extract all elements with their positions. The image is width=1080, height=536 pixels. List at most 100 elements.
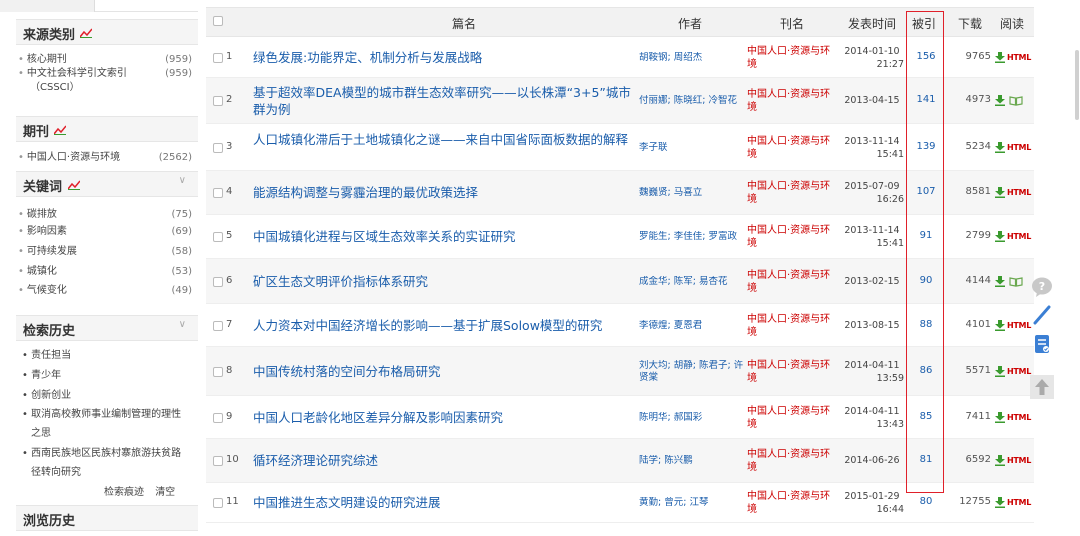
col-read[interactable]: 阅读 xyxy=(1000,15,1024,32)
pencil-icon[interactable] xyxy=(1031,304,1053,326)
history-item[interactable]: • 创新创业 xyxy=(22,388,192,403)
journal-link[interactable]: 中国人口·资源与环境 xyxy=(747,180,837,206)
select-all-checkbox[interactable] xyxy=(213,16,223,26)
journal-header[interactable]: 期刊 xyxy=(16,116,198,142)
open-book-icon[interactable] xyxy=(1009,276,1023,287)
html-read-link[interactable]: HTML xyxy=(1007,232,1031,241)
row-checkbox[interactable] xyxy=(213,96,223,106)
article-title-link[interactable]: 人口城镇化滞后于土地城镇化之谜——来自中国省际面板数据的解释 xyxy=(253,131,635,148)
keywords-header[interactable]: 关键词 ∨ xyxy=(16,171,198,197)
article-title-link[interactable]: 基于超效率DEA模型的城市群生态效率研究——以长株潭“3+5”城市群为例 xyxy=(253,84,635,118)
html-read-link[interactable]: HTML xyxy=(1007,367,1031,376)
download-arrow-icon[interactable] xyxy=(995,411,1005,423)
row-checkbox[interactable] xyxy=(213,412,223,423)
sidebar-tab[interactable] xyxy=(0,0,95,12)
download-arrow-icon[interactable] xyxy=(995,231,1005,242)
row-checkbox[interactable] xyxy=(213,366,223,377)
article-title-link[interactable]: 矿区生态文明评价指标体系研究 xyxy=(253,273,635,290)
filter-item[interactable]: • 核心期刊 (959) xyxy=(18,53,192,67)
clear-history-link[interactable]: 清空 xyxy=(155,487,175,498)
author-links[interactable]: 李德煌; 夏恩君 xyxy=(639,320,744,332)
history-item[interactable]: • 西南民族地区民族村寨旅游扶贫路 xyxy=(22,446,192,461)
journal-link[interactable]: 中国人口·资源与环境 xyxy=(747,269,837,295)
cite-count-link[interactable]: 80 xyxy=(910,496,942,507)
author-links[interactable]: 陈明华; 郝国彩 xyxy=(639,412,744,424)
article-title-link[interactable]: 中国推进生态文明建设的研究进展 xyxy=(253,494,635,511)
chevron-down-icon[interactable]: ∨ xyxy=(179,175,186,186)
html-read-link[interactable]: HTML xyxy=(1007,498,1031,507)
article-title-link[interactable]: 能源结构调整与雾霾治理的最优政策选择 xyxy=(253,184,635,201)
row-checkbox[interactable] xyxy=(213,498,223,508)
journal-link[interactable]: 中国人口·资源与环境 xyxy=(747,490,837,516)
search-trace-link[interactable]: 检索痕迹 xyxy=(104,487,144,498)
html-read-link[interactable]: HTML xyxy=(1007,321,1031,330)
chevron-down-icon[interactable]: ∨ xyxy=(179,319,186,330)
article-title-link[interactable]: 循环经济理论研究综述 xyxy=(253,452,635,469)
download-arrow-icon[interactable] xyxy=(995,365,1005,377)
author-links[interactable]: 罗能生; 李佳佳; 罗富政 xyxy=(639,231,744,243)
filter-item[interactable]: • 碳排放 (75) xyxy=(18,208,192,222)
article-title-link[interactable]: 中国传统村落的空间分布格局研究 xyxy=(253,363,635,380)
filter-item[interactable]: • 影响因素 (69) xyxy=(18,225,192,239)
filter-item[interactable]: • 中文社会科学引文索引 (959) xyxy=(18,67,192,81)
author-links[interactable]: 陆学; 陈兴鹏 xyxy=(639,455,744,467)
html-read-link[interactable]: HTML xyxy=(1007,53,1031,62)
search-history-header[interactable]: 检索历史 ∨ xyxy=(16,315,198,341)
col-journal[interactable]: 刊名 xyxy=(780,15,804,32)
html-read-link[interactable]: HTML xyxy=(1007,413,1031,422)
filter-item[interactable]: • 中国人口·资源与环境 (2562) xyxy=(18,151,192,165)
journal-link[interactable]: 中国人口·资源与环境 xyxy=(747,88,837,114)
journal-link[interactable]: 中国人口·资源与环境 xyxy=(747,45,837,71)
journal-link[interactable]: 中国人口·资源与环境 xyxy=(747,359,837,385)
feedback-bubble-icon[interactable]: ? xyxy=(1031,276,1053,298)
filter-item[interactable]: • 气候变化 (49) xyxy=(18,284,192,298)
history-item-cont[interactable]: 之思 xyxy=(31,426,201,441)
article-title-link[interactable]: 中国城镇化进程与区域生态效率关系的实证研究 xyxy=(253,228,635,245)
download-arrow-icon[interactable] xyxy=(995,319,1005,331)
author-links[interactable]: 胡鞍钢; 周绍杰 xyxy=(639,52,744,64)
article-title-link[interactable]: 人力资本对中国经济增长的影响——基于扩展Solow模型的研究 xyxy=(253,317,635,334)
journal-link[interactable]: 中国人口·资源与环境 xyxy=(747,448,837,474)
download-arrow-icon[interactable] xyxy=(995,455,1005,466)
back-to-top-icon[interactable] xyxy=(1030,375,1054,399)
col-author[interactable]: 作者 xyxy=(678,15,702,32)
download-arrow-icon[interactable] xyxy=(995,141,1005,153)
html-read-link[interactable]: HTML xyxy=(1007,456,1031,465)
filter-item-sub[interactable]: （CSSCI） xyxy=(30,81,204,95)
download-arrow-icon[interactable] xyxy=(995,187,1005,198)
row-checkbox[interactable] xyxy=(213,456,223,466)
author-links[interactable]: 李子联 xyxy=(639,142,744,154)
notes-icon[interactable] xyxy=(1031,333,1053,355)
html-read-link[interactable]: HTML xyxy=(1007,143,1031,152)
author-links[interactable]: 黄勤; 曾元; 江琴 xyxy=(639,497,744,509)
article-title-link[interactable]: 绿色发展:功能界定、机制分析与发展战略 xyxy=(253,49,635,66)
journal-link[interactable]: 中国人口·资源与环境 xyxy=(747,135,837,161)
history-item[interactable]: • 责任担当 xyxy=(22,348,192,363)
col-download[interactable]: 下载 xyxy=(958,15,982,32)
journal-link[interactable]: 中国人口·资源与环境 xyxy=(747,405,837,431)
source-category-header[interactable]: 来源类别 xyxy=(16,19,198,45)
row-checkbox[interactable] xyxy=(213,52,223,63)
row-checkbox[interactable] xyxy=(213,142,223,153)
journal-link[interactable]: 中国人口·资源与环境 xyxy=(747,313,837,339)
download-arrow-icon[interactable] xyxy=(995,51,1005,63)
history-item[interactable]: • 取消高校教师事业编制管理的理性 xyxy=(22,407,192,422)
row-checkbox[interactable] xyxy=(213,276,223,287)
download-arrow-icon[interactable] xyxy=(995,95,1005,106)
author-links[interactable]: 魏巍贤; 马喜立 xyxy=(639,187,744,199)
scrollbar-thumb[interactable] xyxy=(1075,50,1079,120)
row-checkbox[interactable] xyxy=(213,320,223,331)
history-item-cont[interactable]: 径转向研究 xyxy=(31,465,201,480)
author-links[interactable]: 付丽娜; 陈晓红; 冷智花 xyxy=(639,95,744,107)
filter-item[interactable]: • 可持续发展 (58) xyxy=(18,245,192,259)
browse-history-header[interactable]: 浏览历史 xyxy=(16,505,198,531)
open-book-icon[interactable] xyxy=(1009,96,1023,106)
row-checkbox[interactable] xyxy=(213,232,223,242)
col-date[interactable]: 发表时间 xyxy=(848,15,896,32)
history-item[interactable]: • 青少年 xyxy=(22,368,192,383)
row-checkbox[interactable] xyxy=(213,188,223,198)
html-read-link[interactable]: HTML xyxy=(1007,188,1031,197)
article-title-link[interactable]: 中国人口老龄化地区差异分解及影响因素研究 xyxy=(253,409,635,426)
download-arrow-icon[interactable] xyxy=(995,275,1005,287)
journal-link[interactable]: 中国人口·资源与环境 xyxy=(747,224,837,250)
